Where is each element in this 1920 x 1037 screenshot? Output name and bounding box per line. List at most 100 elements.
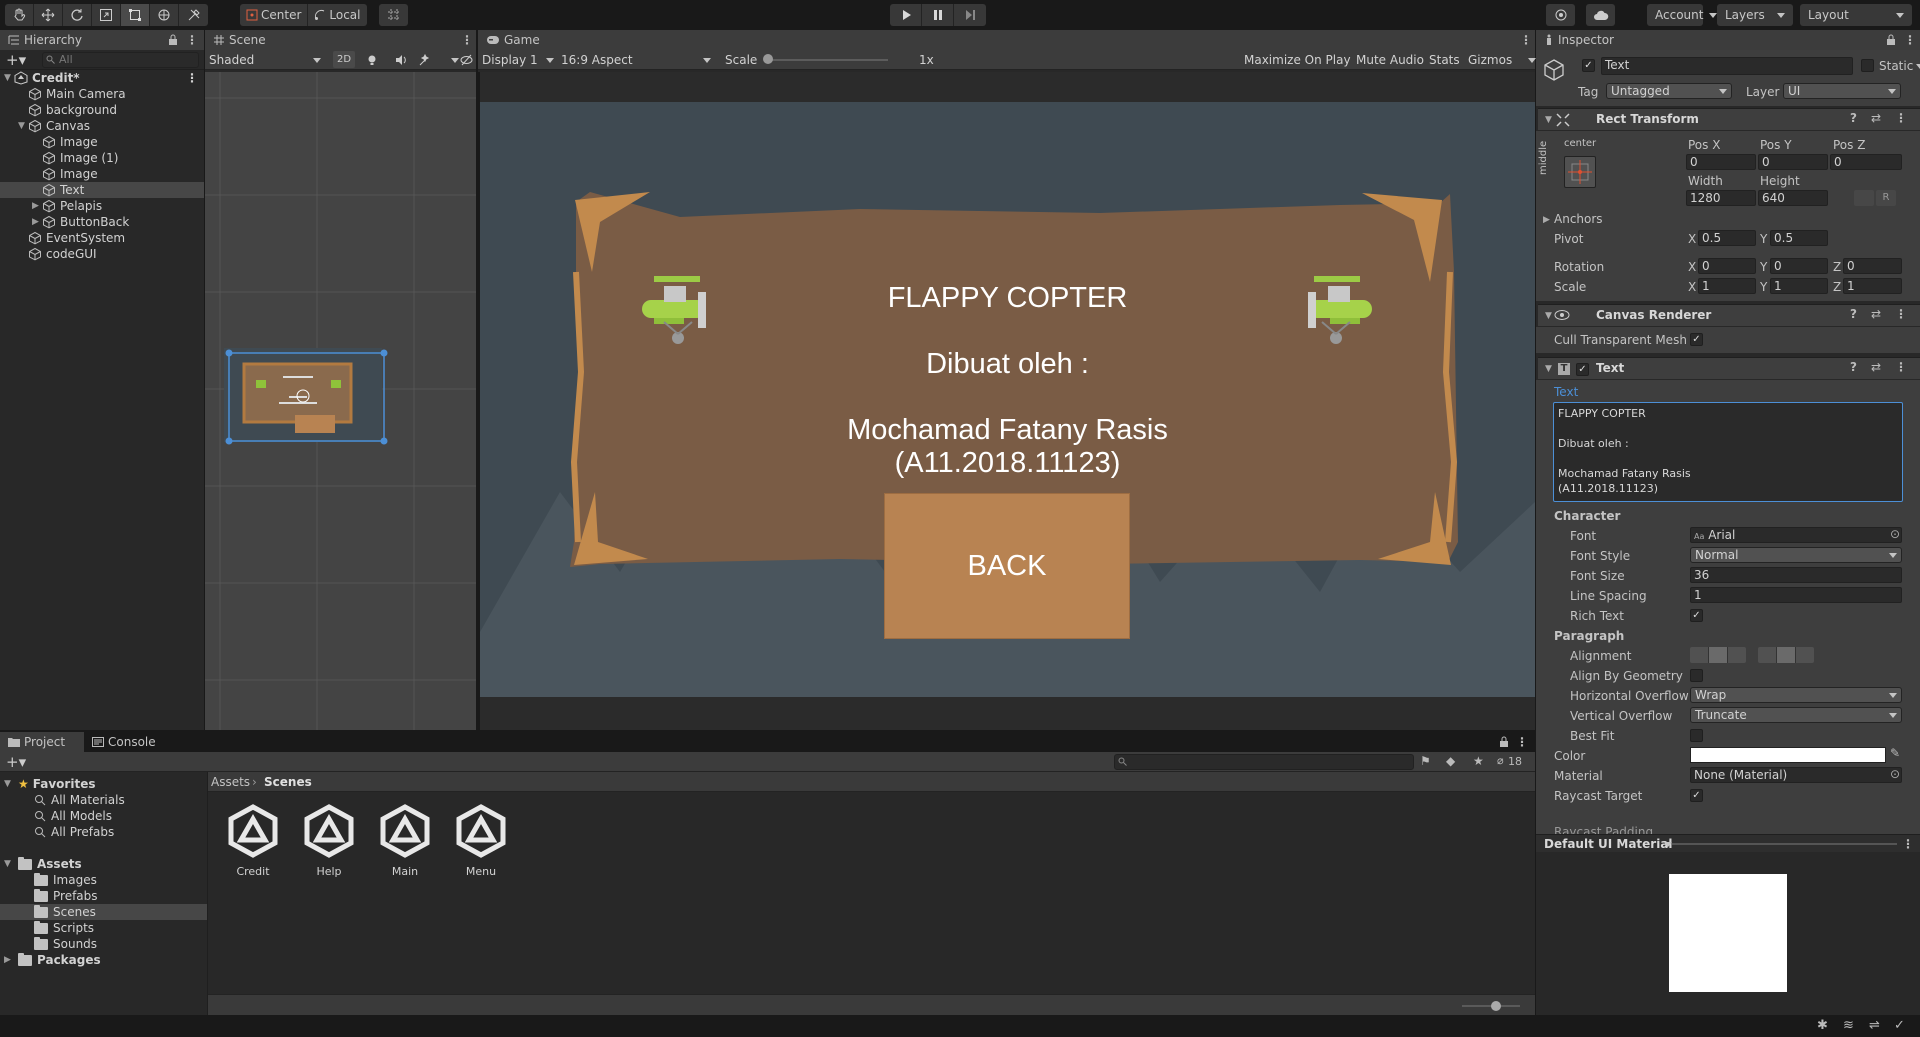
object-name-field[interactable]: Text <box>1601 57 1853 75</box>
eyedropper-icon[interactable]: ✎ <box>1890 746 1900 760</box>
project-tree-item[interactable]: All Models <box>0 808 207 824</box>
help-icon[interactable]: ? <box>1850 360 1857 374</box>
more-icon[interactable]: ⋮ <box>1902 837 1914 851</box>
line-spacing-field[interactable]: 1 <box>1690 587 1902 603</box>
tab-game[interactable]: Game <box>478 30 1535 50</box>
shading-dropdown[interactable]: Shaded <box>209 52 325 68</box>
account-dropdown[interactable]: Account <box>1647 4 1718 26</box>
aspect-dropdown[interactable]: 16:9 Aspect <box>561 52 713 68</box>
hierarchy-item[interactable]: EventSystem <box>0 230 204 246</box>
canvas-renderer-header[interactable]: ▼ Canvas Renderer ? ⇄ ⋮ <box>1538 304 1920 326</box>
align-bottom-icon[interactable] <box>1796 647 1814 663</box>
text-enabled-checkbox[interactable]: ✓ <box>1576 363 1589 376</box>
raw-edit-button[interactable]: R <box>1876 190 1896 206</box>
project-tree-item[interactable]: Scripts <box>0 920 207 936</box>
chevron-down-icon[interactable] <box>1528 58 1536 63</box>
help-icon[interactable]: ? <box>1850 111 1857 125</box>
hand-tool-icon[interactable] <box>5 4 34 26</box>
chevron-down-icon[interactable] <box>1916 64 1920 69</box>
hierarchy-item[interactable]: Image (1) <box>0 150 204 166</box>
project-tree-item[interactable]: All Materials <box>0 792 207 808</box>
raycast-target-checkbox[interactable]: ✓ <box>1690 789 1703 802</box>
collapsed-arrow-icon[interactable]: ▶ <box>4 955 14 965</box>
pos-z-field[interactable]: 0 <box>1830 154 1902 170</box>
object-picker-icon[interactable]: ⊙ <box>1890 767 1900 781</box>
static-checkbox[interactable] <box>1861 59 1874 72</box>
icon-size-slider-thumb[interactable] <box>1491 1001 1501 1011</box>
scale-x-field[interactable]: 1 <box>1698 278 1756 294</box>
tab-console[interactable]: Console <box>84 732 164 752</box>
align-center-icon[interactable] <box>1709 647 1728 663</box>
stats-toggle[interactable]: Stats <box>1429 52 1460 68</box>
font-style-dropdown[interactable]: Normal <box>1690 547 1902 563</box>
align-middle-icon[interactable] <box>1777 647 1796 663</box>
more-icon[interactable]: ⋮ <box>1895 360 1907 374</box>
project-tree-item[interactable]: Sounds <box>0 936 207 952</box>
grid-snap-icon[interactable] <box>379 4 408 26</box>
project-tree-item[interactable]: ▶ Packages <box>0 952 207 968</box>
tab-inspector[interactable]: Inspector <box>1536 30 1920 50</box>
add-icon[interactable]: +▾ <box>6 51 26 69</box>
hierarchy-search-input[interactable]: All <box>42 52 199 68</box>
hierarchy-item[interactable]: ▶ Pelapis <box>0 198 204 214</box>
object-picker-icon[interactable]: ⊙ <box>1890 527 1900 541</box>
layers-dropdown[interactable]: Layers <box>1717 4 1793 26</box>
more-icon[interactable]: ⋮ <box>1516 735 1528 749</box>
back-button[interactable]: BACK <box>884 493 1130 639</box>
history-icon[interactable] <box>1546 4 1575 26</box>
pivot-x-field[interactable]: 0.5 <box>1698 230 1756 246</box>
play-icon[interactable] <box>890 4 922 26</box>
pivot-space-button[interactable]: Local <box>308 4 366 26</box>
toggle-2d-button[interactable]: 2D <box>333 51 355 68</box>
cloud-icon[interactable] <box>1586 4 1615 26</box>
anchors-foldout[interactable]: Anchors <box>1554 212 1603 226</box>
scene-viewport[interactable] <box>205 72 476 730</box>
project-tree-item[interactable]: All Prefabs <box>0 824 207 840</box>
preset-icon[interactable]: ⇄ <box>1871 360 1881 374</box>
project-tree-item[interactable]: Images <box>0 872 207 888</box>
hierarchy-item[interactable]: ▼ Canvas <box>0 118 204 134</box>
lock-icon[interactable] <box>168 34 178 46</box>
align-geometry-checkbox[interactable] <box>1690 669 1703 682</box>
material-field[interactable]: None (Material) <box>1690 767 1902 783</box>
more-icon[interactable]: ⋮ <box>461 33 473 47</box>
rich-text-checkbox[interactable]: ✓ <box>1690 609 1703 622</box>
tag-dropdown[interactable]: Untagged <box>1606 83 1732 99</box>
more-icon[interactable]: ⋮ <box>186 33 198 47</box>
expanded-arrow-icon[interactable]: ▼ <box>18 121 28 131</box>
hierarchy-item[interactable]: codeGUI <box>0 246 204 262</box>
debug-icon[interactable]: ✱ <box>1817 1018 1828 1033</box>
cache-icon[interactable]: ≋ <box>1843 1018 1854 1033</box>
search-by-type-icon[interactable]: ⚑ <box>1420 754 1431 768</box>
gizmos-toggle[interactable]: Gizmos <box>1468 52 1512 68</box>
more-icon[interactable]: ⋮ <box>186 71 198 85</box>
scale-slider-thumb[interactable] <box>763 54 773 64</box>
object-active-checkbox[interactable]: ✓ <box>1582 59 1595 72</box>
search-by-label-icon[interactable]: ◆ <box>1446 754 1455 768</box>
chevron-down-icon[interactable] <box>451 58 459 63</box>
favorite-star-icon[interactable]: ★ <box>1473 754 1484 768</box>
height-field[interactable]: 640 <box>1758 190 1828 206</box>
scale-z-field[interactable]: 1 <box>1843 278 1902 294</box>
more-icon[interactable]: ⋮ <box>1520 33 1532 47</box>
audio-icon[interactable] <box>395 54 407 66</box>
hidden-packages-icon[interactable]: ⌀ <box>1497 754 1504 767</box>
custom-tool-icon[interactable] <box>179 4 208 26</box>
rotation-y-field[interactable]: 0 <box>1770 258 1828 274</box>
scale-tool-icon[interactable] <box>92 4 121 26</box>
scale-y-field[interactable]: 1 <box>1770 278 1828 294</box>
maximize-on-play-toggle[interactable]: Maximize On Play <box>1244 52 1351 68</box>
effects-icon[interactable] <box>419 54 431 66</box>
help-icon[interactable]: ? <box>1850 307 1857 321</box>
align-top-icon[interactable] <box>1758 647 1777 663</box>
project-search-input[interactable] <box>1114 754 1414 770</box>
align-right-icon[interactable] <box>1728 647 1746 663</box>
rect-tool-icon[interactable] <box>121 4 150 26</box>
drag-handle[interactable] <box>1672 843 1897 845</box>
font-size-field[interactable]: 36 <box>1690 567 1902 583</box>
preset-icon[interactable]: ⇄ <box>1871 111 1881 125</box>
cull-transparent-checkbox[interactable]: ✓ <box>1690 333 1703 346</box>
v-overflow-dropdown[interactable]: Truncate <box>1690 707 1902 723</box>
font-field[interactable]: Aa Arial <box>1690 527 1902 543</box>
project-tree-item[interactable]: ▼ ★ Favorites <box>0 776 207 792</box>
